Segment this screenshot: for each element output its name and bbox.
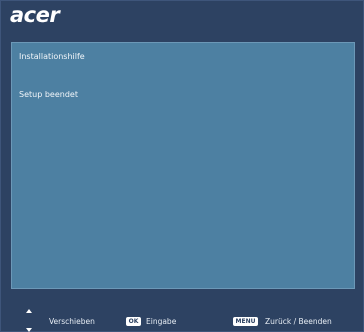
ok-key-badge: OK: [126, 317, 141, 326]
move-hint: Verschieben: [49, 317, 95, 326]
menu-key-badge: MENU: [233, 317, 258, 326]
arrow-down-icon: [26, 328, 32, 332]
arrow-up-icon: [26, 309, 32, 313]
status-bar: Verschieben OK Eingabe MENU Zurück / Bee…: [1, 309, 364, 332]
menu-panel: Installationshilfe Setup beendet: [11, 42, 355, 289]
back-exit-hint: Zurück / Beenden: [265, 317, 332, 326]
acer-logo: acer: [10, 3, 60, 27]
enter-hint: Eingabe: [146, 317, 177, 326]
menu-item-setup-beendet[interactable]: Setup beendet: [19, 90, 78, 100]
menu-item-installationshilfe[interactable]: Installationshilfe: [19, 52, 85, 62]
up-down-arrows-icon: [25, 309, 35, 332]
osd-window: acer Installationshilfe Setup beendet Ve…: [0, 0, 364, 332]
